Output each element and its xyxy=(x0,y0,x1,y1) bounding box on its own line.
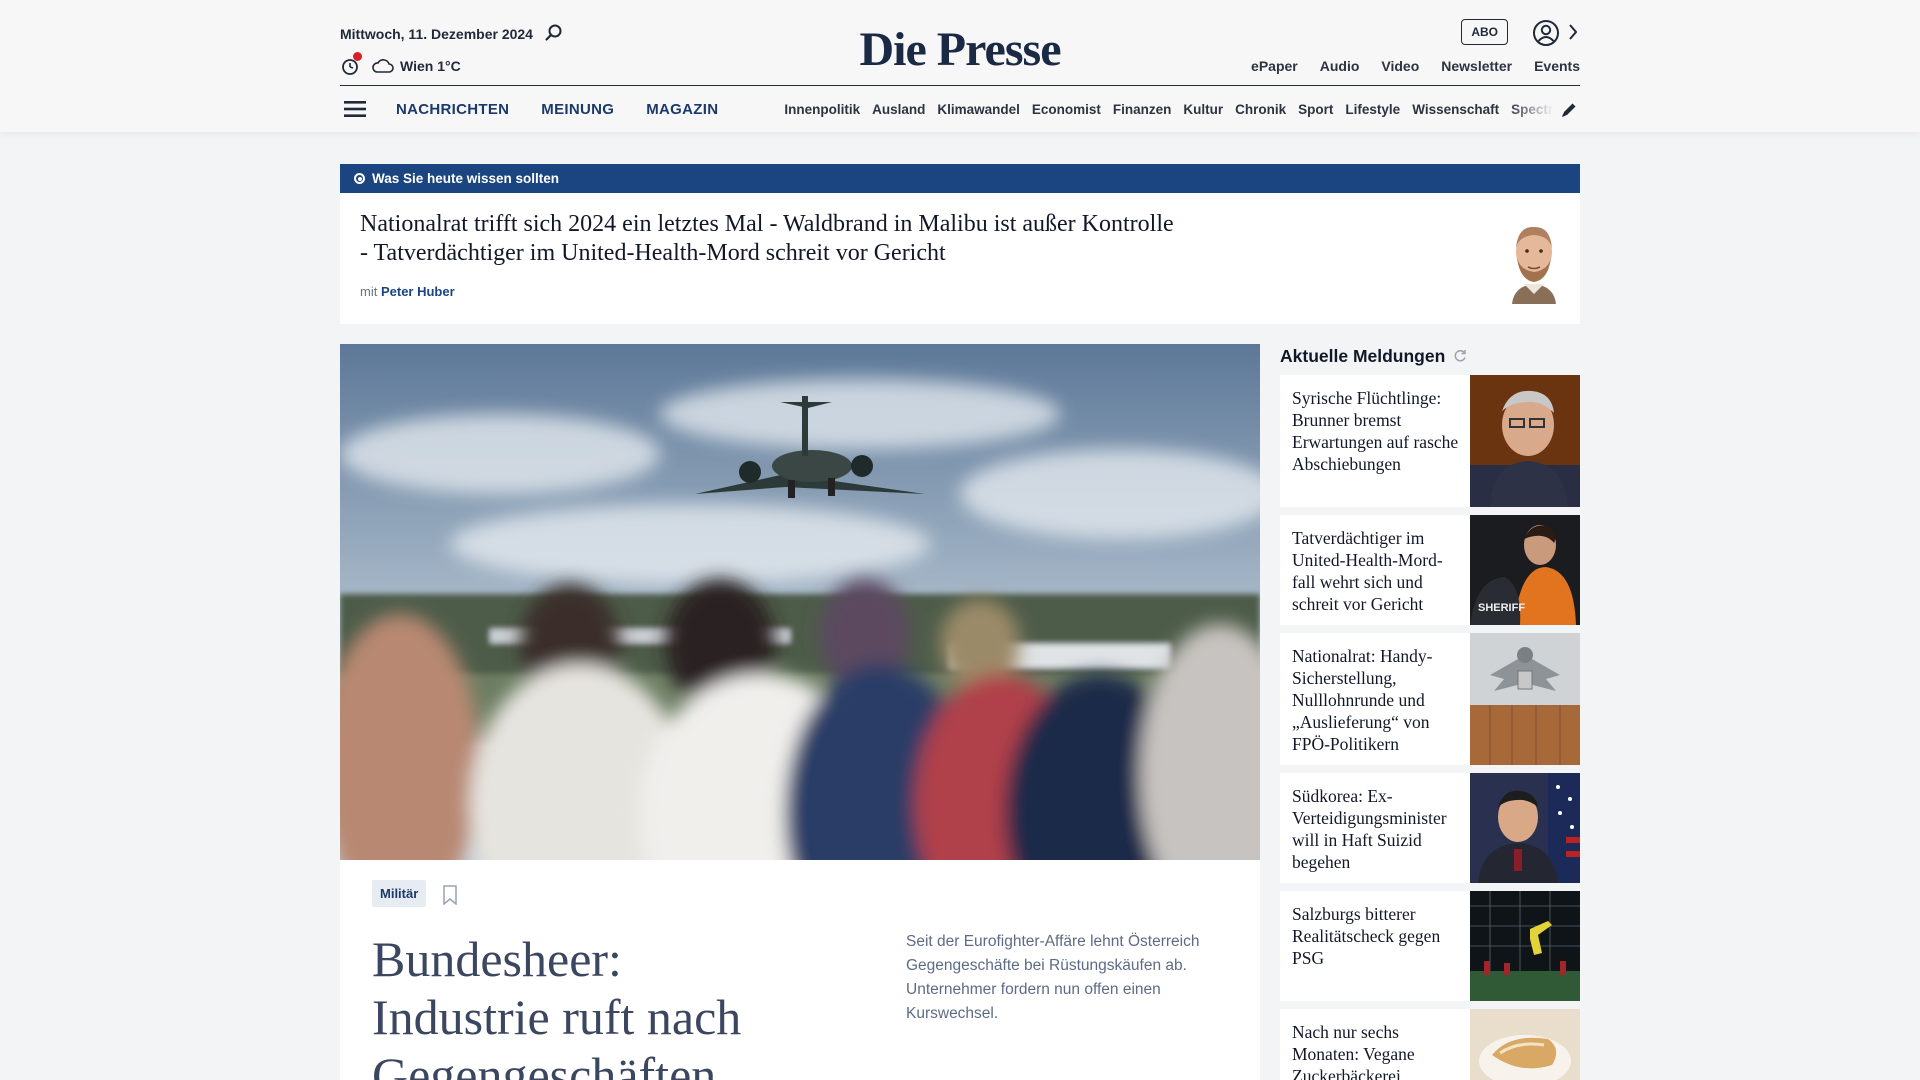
user-account-icon[interactable] xyxy=(1532,19,1560,47)
news-item[interactable]: Salzburgs bitterer Realitätscheck gegen … xyxy=(1280,891,1580,1001)
nav-innenpolitik[interactable]: Innenpolitik xyxy=(784,102,860,117)
nav-finanzen[interactable]: Finanzen xyxy=(1113,102,1172,117)
news-headline[interactable]: Syrische Flüchtlinge: Brunner bremst Erw… xyxy=(1280,375,1470,507)
news-item[interactable]: Nach nur sechs Monaten: Vegane Zuckerbäc… xyxy=(1280,1009,1580,1080)
primary-sections: NACHRICHTEN MEINUNG MAGAZIN xyxy=(396,101,718,118)
svg-text:SHERIFF: SHERIFF xyxy=(1478,602,1525,614)
cloud-icon xyxy=(372,59,394,73)
sidebar-title: Aktuelle Meldungen xyxy=(1280,345,1446,366)
sidebar-header: Aktuelle Meldungen xyxy=(1280,344,1580,368)
author-name[interactable]: Peter Huber xyxy=(381,284,455,299)
nav-klimawandel[interactable]: Klimawandel xyxy=(937,102,1020,117)
nav-sport[interactable]: Sport xyxy=(1298,102,1333,117)
hero-lead: Seit der Eurofighter-Affäre lehnt Österr… xyxy=(906,933,1200,1022)
nav-magazin[interactable]: MAGAZIN xyxy=(646,101,718,118)
bookmark-icon[interactable] xyxy=(442,885,458,905)
nav-wissenschaft[interactable]: Wissenschaft xyxy=(1412,102,1499,117)
news-thumbnail-suspect[interactable]: SHERIFF xyxy=(1470,515,1580,625)
news-headline[interactable]: Tatverdächtiger im United-Health-Mord­fa… xyxy=(1280,515,1470,625)
briefing-headline[interactable]: Nationalrat trifft sich 2024 ein letztes… xyxy=(360,210,1180,268)
news-headline[interactable]: Nach nur sechs Monaten: Vegane Zuckerbäc… xyxy=(1280,1009,1470,1080)
news-thumbnail-minister[interactable] xyxy=(1470,375,1580,507)
main-navigation: NACHRICHTEN MEINUNG MAGAZIN Innenpolitik… xyxy=(340,86,1580,132)
refresh-icon[interactable] xyxy=(1453,349,1467,363)
briefing-author-line: mit Peter Huber xyxy=(360,284,455,299)
nav-chronik[interactable]: Chronik xyxy=(1235,102,1286,117)
notification-icon[interactable] xyxy=(340,52,362,76)
site-header: Mittwoch, 11. Dezember 2024 Wien 1°C Die… xyxy=(0,0,1920,132)
link-newsletter[interactable]: Newsletter xyxy=(1441,58,1512,74)
search-icon[interactable] xyxy=(544,23,564,43)
link-epaper[interactable]: ePaper xyxy=(1251,58,1298,74)
bullet-icon xyxy=(354,173,365,184)
nav-meinung[interactable]: MEINUNG xyxy=(541,101,614,118)
news-headline[interactable]: Salzburgs bitterer Realitätscheck gegen … xyxy=(1280,891,1470,1001)
hamburger-menu-icon[interactable] xyxy=(344,100,366,118)
nav-economist[interactable]: Economist xyxy=(1032,102,1101,117)
top-links: ePaper Audio Video Newsletter Events xyxy=(1251,58,1580,74)
news-thumbnail-parliament-eagle[interactable] xyxy=(1470,633,1580,765)
briefing-label-bar: Was Sie heute wissen sollten xyxy=(340,164,1580,193)
pencil-icon[interactable] xyxy=(1560,101,1578,119)
author-prefix: mit xyxy=(360,284,378,299)
sub-sections: Innenpolitik Ausland Klimawandel Economi… xyxy=(784,102,1554,117)
hero-headline[interactable]: Bundesheer: Industrie ruft nach Gegenges… xyxy=(372,930,812,1080)
news-thumbnail-football[interactable] xyxy=(1470,891,1580,1001)
nav-nachrichten[interactable]: NACHRICHTEN xyxy=(396,101,509,118)
header-inner: Mittwoch, 11. Dezember 2024 Wien 1°C Die… xyxy=(340,0,1580,132)
notification-dot xyxy=(353,52,362,61)
news-item[interactable]: Südkorea: Ex-Verteidigungsminister will … xyxy=(1280,773,1580,883)
latest-news-sidebar: Aktuelle Meldungen Syrische Flüchtlinge:… xyxy=(1280,344,1580,1080)
weather-text: Wien 1°C xyxy=(400,58,461,74)
news-headline[interactable]: Nationalrat: Handy-Sicherstellung, Nulll… xyxy=(1280,633,1470,765)
nav-spectrum[interactable]: Spectrum xyxy=(1511,102,1554,117)
link-video[interactable]: Video xyxy=(1381,58,1419,74)
news-item[interactable]: Tatverdächtiger im United-Health-Mord­fa… xyxy=(1280,515,1580,625)
hero-article[interactable]: Militär Bundesheer: Industrie ruft nach … xyxy=(340,344,1260,1080)
news-headline[interactable]: Südkorea: Ex-Verteidigungsminister will … xyxy=(1280,773,1470,883)
nav-ausland[interactable]: Ausland xyxy=(872,102,925,117)
site-logo[interactable]: Die Presse xyxy=(859,22,1061,77)
author-avatar xyxy=(1512,226,1556,304)
news-thumbnail-pastry[interactable] xyxy=(1470,1009,1580,1080)
briefing-label: Was Sie heute wissen sollten xyxy=(372,171,560,186)
nav-kultur[interactable]: Kultur xyxy=(1183,102,1223,117)
news-thumbnail-korea-minister[interactable] xyxy=(1470,773,1580,883)
abo-button[interactable]: ABO xyxy=(1461,19,1508,45)
daily-briefing-card[interactable]: Was Sie heute wissen sollten Nationalrat… xyxy=(340,164,1580,324)
news-item[interactable]: Nationalrat: Handy-Sicherstellung, Nulll… xyxy=(1280,633,1580,765)
link-events[interactable]: Events xyxy=(1534,58,1580,74)
chevron-right-icon[interactable] xyxy=(1566,22,1580,42)
link-audio[interactable]: Audio xyxy=(1320,58,1360,74)
nav-lifestyle[interactable]: Lifestyle xyxy=(1345,102,1400,117)
weather-widget[interactable]: Wien 1°C xyxy=(340,52,461,76)
category-tag[interactable]: Militär xyxy=(372,880,427,907)
hero-image-airplane-airshow[interactable] xyxy=(340,344,1260,860)
news-item[interactable]: Syrische Flüchtlinge: Brunner bremst Erw… xyxy=(1280,375,1580,507)
current-date: Mittwoch, 11. Dezember 2024 xyxy=(340,26,533,42)
